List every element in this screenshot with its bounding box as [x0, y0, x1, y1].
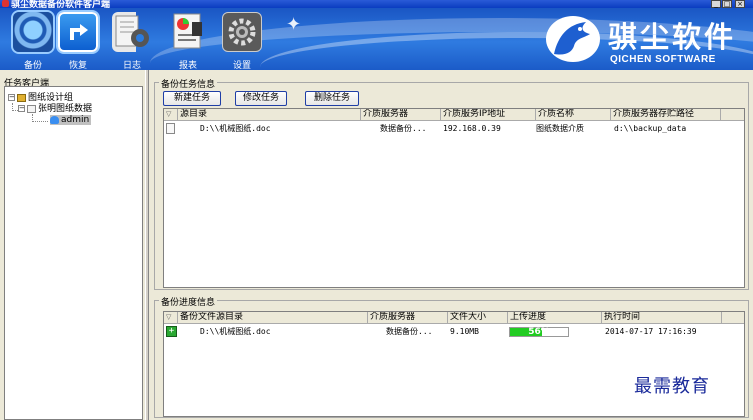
task-client-tree: − 图纸设计组 − 张明图纸数据 admin — [4, 86, 143, 420]
col-upload-progress[interactable]: 上传进度 — [508, 312, 602, 324]
app-window: 骐尘数据备份软件客户端 _ □ × ✦ 备份 恢复 日志 报表 设置 骐尘软件 … — [0, 0, 753, 420]
horse-logo-icon — [546, 16, 600, 62]
tree-item-child[interactable]: − 张明图纸数据 — [18, 104, 92, 114]
row-source: D:\\机械图纸.doc — [200, 124, 271, 133]
restore-icon — [58, 12, 98, 52]
filter-icon[interactable]: ▽ — [164, 109, 178, 121]
toolbar-report-label: 报表 — [178, 61, 197, 70]
app-icon — [2, 0, 9, 7]
minimize-button[interactable]: _ — [711, 0, 721, 8]
row-progress-server: 数据备份... — [386, 327, 433, 336]
group-folder-icon — [17, 93, 26, 102]
settings-icon — [222, 12, 262, 52]
doc-folder-icon — [27, 104, 36, 113]
toolbar-backup-label: 备份 — [23, 61, 42, 70]
toolbar-report-button[interactable]: 报表 — [166, 12, 210, 70]
watermark-text: 最需教育 — [634, 376, 710, 397]
window-title: 骐尘数据备份软件客户端 — [11, 0, 111, 8]
toolbar-log-button[interactable]: 日志 — [110, 12, 154, 70]
toolbar-log-label: 日志 — [122, 61, 141, 70]
log-icon — [112, 12, 152, 52]
row-file-size: 9.10MB — [450, 327, 479, 336]
col-server[interactable]: 介质服务器 — [361, 109, 441, 121]
filter-icon[interactable]: ▽ — [164, 312, 178, 324]
backup-progress-panel-title: 备份进度信息 — [159, 295, 218, 308]
toolbar-restore-label: 恢复 — [68, 61, 87, 70]
table-row[interactable]: + D:\\机械图纸.doc 数据备份... 9.10MB 56% 2014-0… — [164, 325, 744, 339]
document-icon — [166, 123, 175, 134]
backup-progress-panel: 备份进度信息 ▽ 备份文件源目录 介质服务器 文件大小 上传进度 执行时间 + … — [154, 295, 749, 418]
tree-line — [32, 114, 48, 122]
tree-item-admin[interactable]: admin — [50, 115, 92, 125]
upload-progress-bar: 56% — [509, 327, 569, 337]
row-exec-time: 2014-07-17 17:16:39 — [605, 327, 697, 336]
new-task-button[interactable]: 新建任务 — [163, 91, 221, 106]
tree-child-label: 张明图纸数据 — [38, 104, 93, 114]
collapse-icon[interactable]: − — [8, 94, 15, 101]
progress-table-header: ▽ 备份文件源目录 介质服务器 文件大小 上传进度 执行时间 — [164, 312, 744, 324]
toolbar-settings-label: 设置 — [232, 61, 251, 70]
col-source[interactable]: 源目录 — [178, 109, 361, 121]
task-table: ▽ 源目录 介质服务器 介质服务IP地址 介质名称 介质服务器存贮路径 D:\\… — [163, 108, 745, 288]
panel-splitter[interactable] — [145, 70, 149, 420]
col-media[interactable]: 介质名称 — [536, 109, 611, 121]
upload-progress-label: 56% — [528, 327, 550, 337]
col-file-size[interactable]: 文件大小 — [448, 312, 508, 324]
row-ip: 192.168.0.39 — [443, 124, 501, 133]
col-progress-server[interactable]: 介质服务器 — [368, 312, 448, 324]
brand-name-en: QICHEN SOFTWARE — [610, 54, 716, 65]
edit-task-button[interactable]: 修改任务 — [235, 91, 287, 106]
delete-task-button[interactable]: 删除任务 — [305, 91, 359, 106]
col-backup-source[interactable]: 备份文件源目录 — [178, 312, 368, 324]
tree-leaf-label: admin — [61, 115, 90, 125]
maximize-button[interactable]: □ — [722, 0, 732, 8]
banner-toolbar: ✦ 备份 恢复 日志 报表 设置 骐尘软件 QICHEN SOFTWARE — [0, 8, 753, 70]
row-backup-source: D:\\机械图纸.doc — [200, 327, 271, 336]
upload-status-icon: + — [166, 326, 177, 337]
table-row[interactable]: D:\\机械图纸.doc 数据备份... 192.168.0.39 图纸数据介质… — [164, 122, 744, 136]
collapse-icon[interactable]: − — [18, 105, 25, 112]
backup-task-panel-title: 备份任务信息 — [159, 77, 218, 90]
col-exec-time[interactable]: 执行时间 — [602, 312, 722, 324]
toolbar-settings-button[interactable]: 设置 — [220, 12, 264, 70]
toolbar-backup-button[interactable]: 备份 — [11, 12, 55, 70]
toolbar-restore-button[interactable]: 恢复 — [56, 12, 100, 70]
title-bar: 骐尘数据备份软件客户端 _ □ × — [0, 0, 753, 8]
col-path[interactable]: 介质服务器存贮路径 — [611, 109, 721, 121]
task-table-header: ▽ 源目录 介质服务器 介质服务IP地址 介质名称 介质服务器存贮路径 — [164, 109, 744, 121]
backup-task-panel: 备份任务信息 新建任务 修改任务 删除任务 ▽ 源目录 介质服务器 介质服务IP… — [154, 77, 749, 290]
user-icon — [50, 115, 59, 124]
backup-icon — [13, 12, 53, 52]
row-media: 图纸数据介质 — [536, 124, 584, 133]
col-ip[interactable]: 介质服务IP地址 — [441, 109, 536, 121]
tree-item-root[interactable]: − 图纸设计组 — [8, 93, 73, 103]
row-server: 数据备份... — [380, 124, 427, 133]
tree-root-label: 图纸设计组 — [28, 93, 74, 103]
row-path: d:\\backup_data — [614, 124, 687, 133]
brand-logo: 骐尘软件 QICHEN SOFTWARE — [540, 8, 753, 70]
progress-table: ▽ 备份文件源目录 介质服务器 文件大小 上传进度 执行时间 + D:\\机械图… — [163, 311, 745, 417]
sparkle-icon: ✦ — [286, 14, 302, 35]
close-button[interactable]: × — [735, 0, 745, 8]
brand-name-cn: 骐尘软件 — [608, 20, 737, 54]
report-icon — [168, 12, 208, 52]
